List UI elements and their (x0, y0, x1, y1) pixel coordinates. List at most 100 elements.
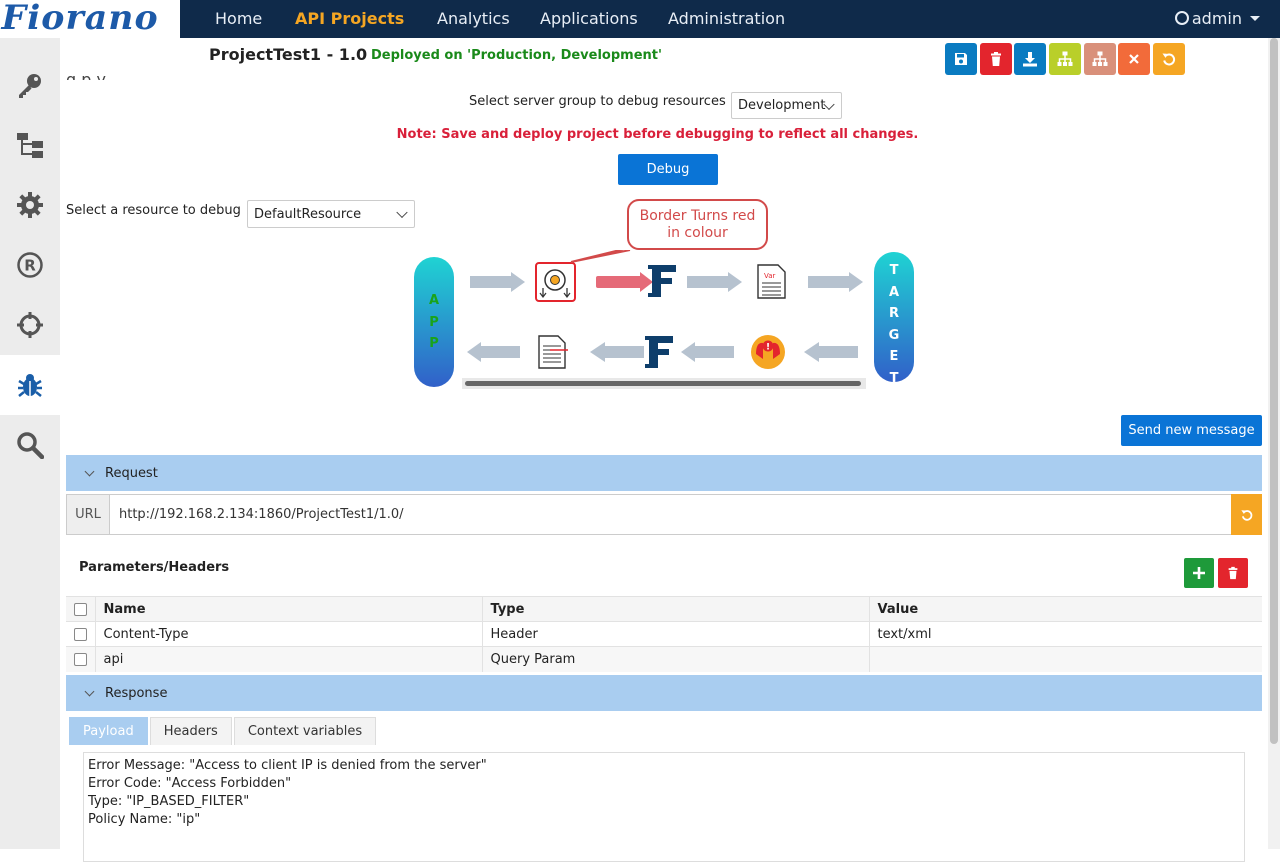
plus-icon (1193, 567, 1205, 579)
chevron-down-icon (1250, 16, 1260, 21)
download-button[interactable] (1014, 43, 1046, 75)
svg-text:R: R (24, 257, 36, 275)
arrow-left-icon (590, 342, 644, 362)
save-button[interactable] (945, 43, 977, 75)
target-pill: T A R G E T (874, 252, 914, 382)
arrow-left-icon (681, 342, 734, 362)
key-icon (19, 74, 41, 98)
add-param-button[interactable] (1184, 558, 1214, 588)
app-pill: A P P (414, 257, 454, 387)
deploy-status: Deployed on 'Production, Development' (371, 48, 662, 63)
document-icon: Var (757, 264, 786, 299)
trash-icon (1228, 566, 1238, 580)
close-icon (1129, 54, 1139, 64)
target-letter: T (889, 370, 899, 383)
project-title: ProjectTest1 - 1.0 (209, 45, 368, 64)
nav-administration[interactable]: Administration (668, 9, 785, 28)
registered-icon: R (17, 252, 43, 278)
column-header-value: Value (869, 596, 1262, 622)
arrow-right-icon (470, 272, 525, 292)
delete-param-button[interactable] (1218, 558, 1248, 588)
chevron-down-icon (84, 686, 95, 696)
crosshair-icon (17, 312, 43, 338)
sidebar-item-keys[interactable] (0, 55, 60, 115)
sidebar-item-registry[interactable]: R (0, 235, 60, 295)
logo[interactable]: Fiorano (0, 0, 182, 38)
param-value[interactable] (869, 646, 1262, 672)
nav-api-projects[interactable]: API Projects (295, 9, 404, 28)
send-new-message-button[interactable]: Send new message (1121, 415, 1262, 446)
url-input[interactable]: http://192.168.2.134:1860/ProjectTest1/1… (119, 507, 404, 522)
tab-payload[interactable]: Payload (69, 717, 148, 745)
table-row[interactable]: Content-Type Header text/xml (66, 621, 1262, 647)
arrow-left-icon (804, 342, 858, 362)
url-label: URL (67, 495, 110, 534)
resource-select[interactable]: DefaultResource (247, 200, 415, 228)
url-reset-button[interactable] (1231, 494, 1262, 535)
top-navbar: Fiorano Home API Projects Analytics Appl… (0, 0, 1280, 38)
row-checkbox[interactable] (74, 652, 87, 666)
page-scrollbar[interactable] (1268, 38, 1280, 849)
table-row[interactable]: api Query Param (66, 646, 1262, 672)
param-type[interactable]: Query Param (482, 646, 870, 672)
scrollbar-thumb[interactable] (1270, 38, 1278, 744)
flow-diagram: Var ! (462, 250, 866, 389)
nav-analytics[interactable]: Analytics (437, 9, 510, 28)
payload-line: Type: "IP_BASED_FILTER" (88, 794, 250, 809)
column-header-name: Name (95, 596, 483, 622)
param-type[interactable]: Header (482, 621, 870, 647)
sitemap-icon (1057, 51, 1073, 66)
logo-text: Fiorano (1, 0, 159, 38)
payload-output[interactable]: Error Message: "Access to client IP is d… (83, 752, 1245, 862)
gear-icon (17, 192, 43, 218)
nav-applications[interactable]: Applications (540, 9, 638, 28)
payload-line: Error Code: "Access Forbidden" (88, 776, 292, 791)
user-name: admin (1191, 9, 1242, 28)
user-icon (1174, 11, 1189, 25)
debug-button[interactable]: Debug (618, 154, 718, 185)
fiorano-f-icon (648, 265, 676, 297)
delete-button[interactable] (980, 43, 1012, 75)
sidebar-item-flows[interactable] (0, 115, 60, 175)
reset-button[interactable] (1153, 43, 1185, 75)
close-button[interactable] (1118, 43, 1150, 75)
arrow-right-icon (687, 272, 742, 292)
server-group-select[interactable]: Development (731, 92, 842, 119)
chevron-down-icon (84, 466, 95, 476)
resource-value: DefaultResource (254, 206, 362, 222)
sidebar: R (0, 38, 60, 849)
param-value[interactable]: text/xml (869, 621, 1262, 647)
app-letter: P (429, 314, 439, 330)
user-menu[interactable]: admin (1174, 9, 1260, 28)
arrow-right-icon-active (596, 272, 653, 292)
target-letter: G (888, 327, 900, 343)
undo-icon (1240, 509, 1252, 521)
params-headers-title: Parameters/Headers (79, 560, 230, 575)
sidebar-item-search[interactable] (0, 415, 60, 475)
deploy-button[interactable] (1049, 43, 1081, 75)
tab-headers[interactable]: Headers (149, 717, 232, 745)
trash-icon (991, 52, 1001, 66)
select-all-checkbox[interactable] (74, 602, 87, 616)
param-name[interactable]: Content-Type (95, 621, 483, 647)
request-section-header[interactable]: Request (66, 455, 1262, 491)
tab-context-variables[interactable]: Context variables (233, 717, 377, 745)
sidebar-item-target[interactable] (0, 295, 60, 355)
arrow-left-icon (467, 342, 520, 362)
response-section-header[interactable]: Response (66, 675, 1262, 711)
sidebar-item-settings[interactable] (0, 175, 60, 235)
params-table: Name Type Value Content-Type Header text… (66, 596, 1262, 672)
policy-node-selected[interactable] (535, 262, 576, 302)
server-group-value: Development (738, 98, 826, 113)
target-letter: R (888, 306, 899, 321)
nav-home[interactable]: Home (215, 9, 262, 28)
target-letter: E (889, 349, 899, 364)
param-name[interactable]: api (95, 646, 483, 672)
sidebar-item-debug[interactable] (0, 355, 60, 415)
bug-icon (18, 374, 42, 397)
undeploy-button[interactable] (1084, 43, 1116, 75)
row-checkbox[interactable] (74, 627, 87, 641)
chevron-down-icon (396, 206, 408, 219)
diagram-scroll-thumb[interactable] (465, 381, 861, 386)
payload-line: Error Message: "Access to client IP is d… (88, 758, 487, 773)
